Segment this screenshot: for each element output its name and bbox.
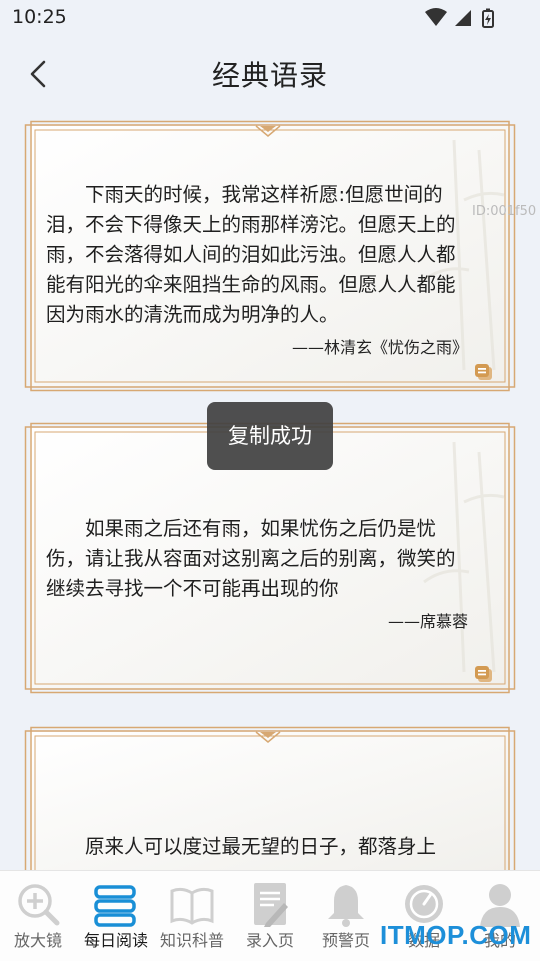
quote-text: 如果雨之后还有雨，如果忧伤之后仍是忧伤，请让我从容面对这别离之后的别离，微笑的继… (46, 517, 456, 600)
quote-card: 原来人可以度过最无望的日子，都落身上 (24, 726, 516, 870)
magnifier-icon (18, 884, 60, 926)
nav-item-alert[interactable]: 预警页 (310, 871, 382, 961)
battery-icon (482, 8, 494, 28)
quote-author: ——林清玄《忧伤之雨》 (291, 338, 468, 357)
status-time: 10:25 (12, 6, 67, 28)
nav-item-entry[interactable]: 录入页 (234, 871, 306, 961)
page-title: 经典语录 (211, 59, 328, 92)
status-icons (425, 8, 494, 28)
status-bar: 10:25 (0, 0, 540, 36)
nav-item-daily-reading[interactable]: 每日阅读 (80, 871, 152, 961)
document-edit-icon (254, 883, 288, 927)
quote-card: 下雨天的时候，我常这样祈愿:但愿世间的泪，不会下得像天上的雨那样滂沱。但愿天上的… (24, 120, 516, 392)
quote-author: ——席慕蓉 (387, 612, 468, 631)
overlay-id-label: ID:001f50 (472, 204, 537, 219)
signal-icon (455, 10, 471, 26)
quote-text: 原来人可以度过最无望的日子，都落身上 (85, 835, 437, 858)
copy-icon[interactable] (474, 362, 494, 382)
nav-item-knowledge[interactable]: 知识科普 (156, 871, 228, 961)
app-header: 经典语录 (0, 36, 540, 112)
book-stack-icon (94, 885, 136, 927)
site-watermark: ITMOP.COM (380, 920, 532, 950)
open-book-icon (170, 887, 214, 925)
quote-text: 下雨天的时候，我常这样祈愿:但愿世间的泪，不会下得像天上的雨那样滂沱。但愿天上的… (46, 183, 456, 326)
wifi-icon (425, 8, 447, 26)
nav-item-magnifier[interactable]: 放大镜 (2, 871, 74, 961)
copy-icon[interactable] (474, 664, 494, 684)
toast-copied: 复制成功 (207, 402, 333, 470)
bell-icon (328, 885, 364, 927)
